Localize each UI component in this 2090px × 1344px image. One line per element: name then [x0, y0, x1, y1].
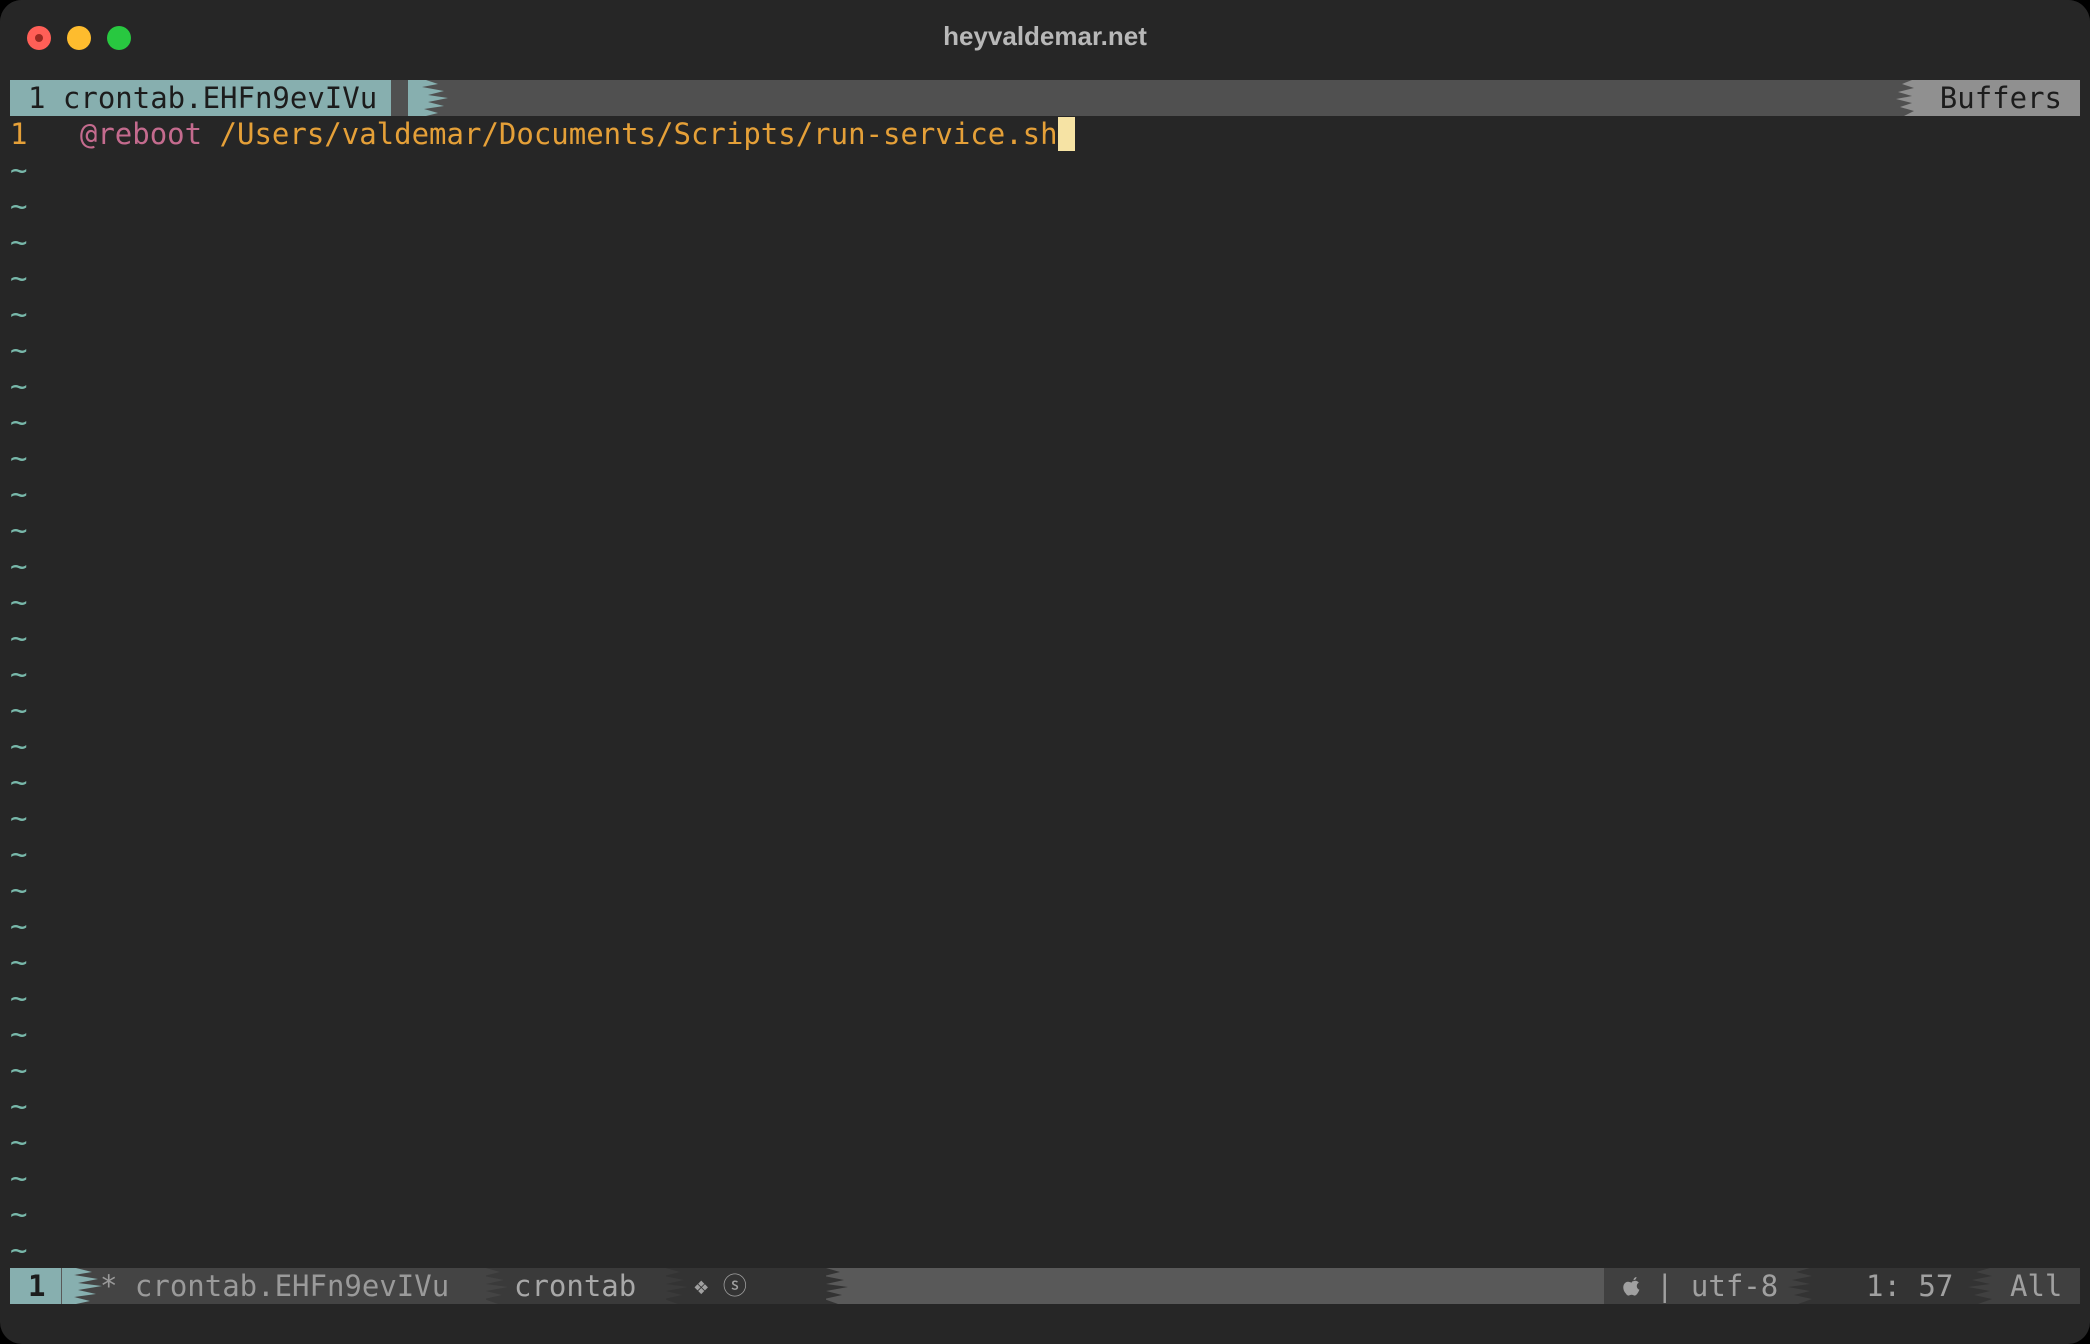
- empty-line-tilde: ~: [10, 1161, 28, 1195]
- cron-keyword: @reboot: [79, 117, 203, 151]
- line-number: 1: [10, 117, 28, 151]
- text-cursor: [1057, 117, 1075, 151]
- empty-line-tilde: ~: [10, 333, 28, 367]
- empty-line-tilde: ~: [10, 1017, 28, 1051]
- empty-line-tilde: ~: [10, 1197, 28, 1231]
- status-separator-icon: [1788, 1268, 1822, 1304]
- terminal-window: heyvaldemar.net 1 crontab.EHFn9evIVu Buf…: [0, 0, 2090, 1344]
- empty-line-tilde: ~: [10, 1125, 28, 1159]
- empty-line-tilde: ~: [10, 837, 28, 871]
- empty-line-tilde: ~: [10, 585, 28, 619]
- status-separator-icon: [816, 1268, 848, 1304]
- empty-line-tilde: ~: [10, 549, 28, 583]
- empty-line-tilde: ~: [10, 297, 28, 331]
- statusline: 1 * crontab.EHFn9evIVu crontab ❖ ⓢ | utf…: [10, 1268, 2080, 1304]
- window-number: 1: [10, 1268, 62, 1304]
- empty-line-tilde: ~: [10, 945, 28, 979]
- empty-line-tilde: ~: [10, 225, 28, 259]
- empty-line-tilde: ~: [10, 189, 28, 223]
- window-title: heyvaldemar.net: [943, 21, 1147, 51]
- empty-line-tilde: ~: [10, 369, 28, 403]
- tab-crontab[interactable]: 1 crontab.EHFn9evIVu: [10, 80, 392, 116]
- empty-line-tilde: ~: [10, 1053, 28, 1087]
- title-bar: heyvaldemar.net: [0, 0, 2090, 76]
- empty-line-tilde: ~: [10, 261, 28, 295]
- empty-line-tilde: ~: [10, 801, 28, 835]
- buffers-label: Buffers: [1921, 80, 2080, 116]
- empty-line-tilde: ~: [10, 513, 28, 547]
- status-filename: * crontab.EHFn9evIVu: [100, 1269, 450, 1303]
- status-cursor-position: 1: 57: [1866, 1269, 1954, 1303]
- empty-line-tilde: ~: [10, 909, 28, 943]
- empty-line-tilde: ~: [10, 1233, 28, 1267]
- status-separator-icon: [656, 1268, 688, 1304]
- apple-icon: [1623, 1277, 1640, 1296]
- empty-line-tilde: ~: [10, 765, 28, 799]
- empty-line-tilde: ~: [10, 477, 28, 511]
- empty-line-tilde: ~: [10, 873, 28, 907]
- empty-lines: ~ ~ ~ ~ ~ ~ ~ ~ ~ ~ ~ ~ ~ ~ ~ ~ ~ ~ ~ ~ ~ ~ ~ ~ ~ ~ ~ ~ ~ ~ ~: [10, 152, 27, 1268]
- empty-line-tilde: ~: [10, 153, 28, 187]
- empty-line-tilde: ~: [10, 1089, 28, 1123]
- empty-line-tilde: ~: [10, 981, 28, 1015]
- empty-line-tilde: ~: [10, 729, 28, 763]
- status-filetype: crontab: [514, 1269, 637, 1303]
- status-scroll-position: All: [2010, 1269, 2063, 1303]
- editor-line-1[interactable]: 1 @reboot /Users/valdemar/Documents/Scri…: [10, 116, 2080, 152]
- status-flags: ❖ ⓢ: [694, 1272, 747, 1300]
- empty-line-tilde: ~: [10, 405, 28, 439]
- empty-line-tilde: ~: [10, 621, 28, 655]
- status-separator-icon: [476, 1268, 508, 1304]
- tabline: 1 crontab.EHFn9evIVu Buffers: [10, 80, 2080, 116]
- empty-line-tilde: ~: [10, 657, 28, 691]
- empty-line-tilde: ~: [10, 693, 28, 727]
- status-separator-icon: [1968, 1268, 2002, 1304]
- tab-separator-icon: [408, 80, 448, 116]
- script-path: /Users/valdemar/Documents/Scripts/run-se…: [219, 117, 1058, 151]
- empty-line-tilde: ~: [10, 441, 28, 475]
- status-encoding: | utf-8: [1656, 1269, 1779, 1303]
